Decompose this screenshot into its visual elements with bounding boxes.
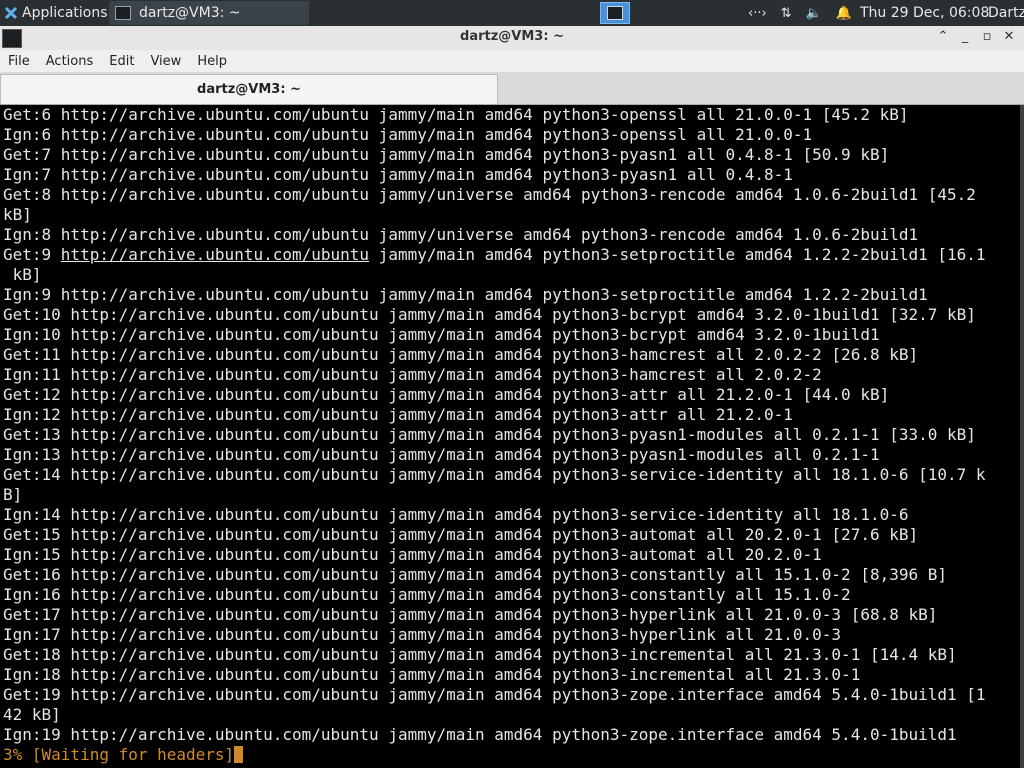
clock[interactable]: Thu 29 Dec, 06:08	[860, 0, 989, 26]
terminal-line: Ign:16 http://archive.ubuntu.com/ubuntu …	[3, 585, 851, 604]
terminal-line: Get:18 http://archive.ubuntu.com/ubuntu …	[3, 645, 957, 664]
notification-bell-icon[interactable]: 🔔	[836, 6, 852, 21]
top-panel: Applications dartz@VM3: ~ ‹··› ⇅ 🔈 🔔 Thu…	[0, 0, 1024, 26]
terminal-link[interactable]: http://archive.ubuntu.com/ubuntu	[61, 245, 369, 264]
terminal-line: Ign:6 http://archive.ubuntu.com/ubuntu j…	[3, 125, 813, 144]
tab-bar: dartz@VM3: ~	[0, 72, 1024, 105]
menu-help[interactable]: Help	[189, 54, 235, 69]
close-window-icon[interactable]: ✕	[998, 29, 1020, 44]
terminal-line: Get:12 http://archive.ubuntu.com/ubuntu …	[3, 385, 890, 404]
xfce-logo-icon	[4, 6, 18, 20]
terminal-status-line: 3% [Waiting for headers]	[3, 745, 1020, 765]
menu-edit[interactable]: Edit	[101, 54, 142, 69]
terminal-line: Get:13 http://archive.ubuntu.com/ubuntu …	[3, 425, 976, 444]
minimize-window-icon[interactable]: _	[954, 29, 976, 44]
terminal-line: Ign:18 http://archive.ubuntu.com/ubuntu …	[3, 665, 861, 684]
menu-file[interactable]: File	[0, 54, 38, 69]
volume-icon[interactable]: 🔈	[806, 6, 822, 21]
terminal-line: Get:16 http://archive.ubuntu.com/ubuntu …	[3, 565, 948, 584]
terminal-line: Get:7 http://archive.ubuntu.com/ubuntu j…	[3, 145, 890, 164]
terminal-line: B]	[3, 485, 23, 504]
apt-progress-status: 3% [Waiting for headers]	[3, 745, 235, 764]
terminal-scrollbar[interactable]	[1020, 105, 1024, 768]
terminal-cursor	[234, 746, 244, 763]
terminal-line: Get:9 http://archive.ubuntu.com/ubuntu j…	[3, 245, 986, 264]
applications-menu-button[interactable]: Applications	[0, 0, 108, 26]
tab-terminal[interactable]: dartz@VM3: ~	[0, 74, 498, 104]
terminal-line: Get:15 http://archive.ubuntu.com/ubuntu …	[3, 525, 919, 544]
terminal-line: Ign:10 http://archive.ubuntu.com/ubuntu …	[3, 325, 880, 344]
terminal-line: Ign:19 http://archive.ubuntu.com/ubuntu …	[3, 725, 957, 744]
terminal-line: Ign:12 http://archive.ubuntu.com/ubuntu …	[3, 405, 793, 424]
terminal-line: Get:19 http://archive.ubuntu.com/ubuntu …	[3, 685, 986, 704]
terminal-line: 42 kB]	[3, 705, 61, 724]
terminal-line: Ign:13 http://archive.ubuntu.com/ubuntu …	[3, 445, 880, 464]
terminal-line: Get:11 http://archive.ubuntu.com/ubuntu …	[3, 345, 919, 364]
system-tray: ‹··› ⇅ 🔈 🔔	[748, 0, 866, 26]
terminal-line: Get:10 http://archive.ubuntu.com/ubuntu …	[3, 305, 976, 324]
window-titlebar[interactable]: dartz@VM3: ~ ⌃ _ ▫ ✕	[0, 26, 1024, 51]
terminal-line: Get:14 http://archive.ubuntu.com/ubuntu …	[3, 465, 986, 484]
terminal-line: Ign:17 http://archive.ubuntu.com/ubuntu …	[3, 625, 842, 644]
terminal-line: Get:6 http://archive.ubuntu.com/ubuntu j…	[3, 105, 909, 124]
taskbar-terminal-button[interactable]: dartz@VM3: ~	[109, 1, 309, 25]
workspace-switcher[interactable]	[600, 2, 630, 24]
window-title: dartz@VM3: ~	[460, 29, 564, 44]
menu-bar: File Actions Edit View Help	[0, 50, 1024, 72]
terminal-line: kB]	[3, 205, 32, 224]
shade-window-icon[interactable]: ⌃	[932, 29, 954, 44]
terminal-line: kB]	[3, 265, 42, 284]
terminal-icon	[115, 6, 131, 20]
terminal-line: Ign:11 http://archive.ubuntu.com/ubuntu …	[3, 365, 822, 384]
terminal-line: Get:8 http://archive.ubuntu.com/ubuntu j…	[3, 185, 976, 204]
user-menu[interactable]: Dartz	[988, 0, 1024, 26]
terminal-line: Ign:7 http://archive.ubuntu.com/ubuntu j…	[3, 165, 793, 184]
terminal-line: Ign:14 http://archive.ubuntu.com/ubuntu …	[3, 505, 909, 524]
terminal-line: Get:17 http://archive.ubuntu.com/ubuntu …	[3, 605, 938, 624]
menu-view[interactable]: View	[142, 54, 189, 69]
terminal-line: Ign:9 http://archive.ubuntu.com/ubuntu j…	[3, 285, 928, 304]
taskbar-terminal-label: dartz@VM3: ~	[139, 5, 241, 21]
maximize-window-icon[interactable]: ▫	[976, 29, 998, 44]
terminal-output[interactable]: Get:6 http://archive.ubuntu.com/ubuntu j…	[0, 105, 1020, 768]
terminal-line: Ign:8 http://archive.ubuntu.com/ubuntu j…	[3, 225, 919, 244]
window-controls: ⌃ _ ▫ ✕	[932, 29, 1020, 44]
network-updown-icon[interactable]: ⇅	[781, 6, 792, 21]
terminal-icon	[607, 6, 623, 20]
network-arrows-icon[interactable]: ‹··›	[748, 6, 767, 21]
applications-label: Applications	[22, 5, 108, 21]
menu-actions[interactable]: Actions	[38, 54, 102, 69]
terminal-line: Ign:15 http://archive.ubuntu.com/ubuntu …	[3, 545, 822, 564]
